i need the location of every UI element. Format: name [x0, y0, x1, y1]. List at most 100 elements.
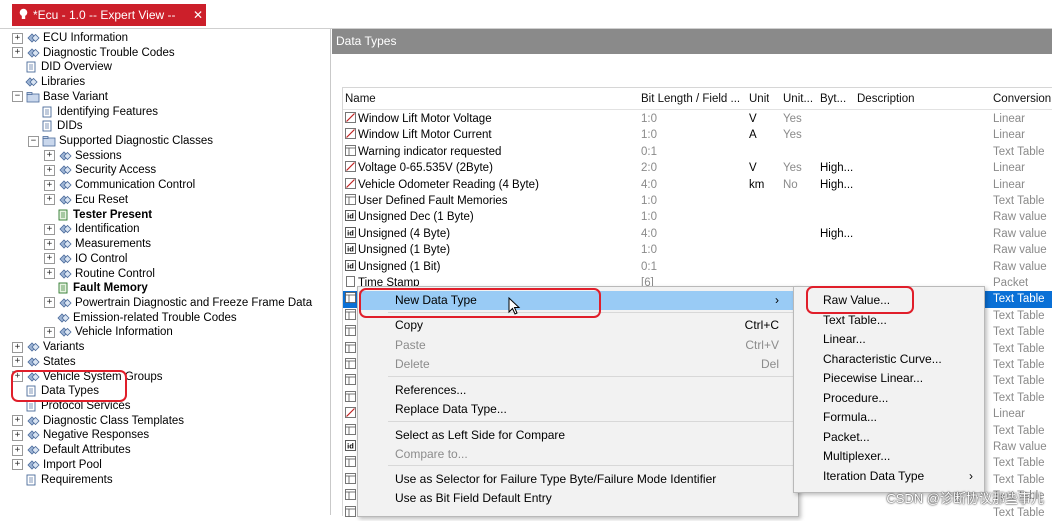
document-tab[interactable]: *Ecu - 1.0 -- Expert View -- ✕	[12, 4, 206, 26]
tree-item[interactable]: DIDs	[28, 119, 83, 133]
tree-item[interactable]: + Sessions	[44, 149, 122, 163]
expand-icon[interactable]: +	[44, 268, 55, 280]
submenu-item-label: Procedure...	[823, 391, 889, 405]
submenu-item[interactable]: Linear...	[795, 330, 983, 349]
column-header[interactable]: Unit	[749, 90, 769, 108]
menu-item[interactable]: Select as Left Side for Compare	[359, 426, 797, 445]
expand-icon[interactable]: +	[12, 341, 23, 353]
cell-conv: Linear	[993, 162, 1025, 175]
table-row[interactable]: Vehicle Odometer Reading (4 Byte) 4:0 km No…	[343, 177, 1052, 193]
expand-icon[interactable]: +	[44, 179, 55, 191]
menu-item[interactable]: Use as Bit Field Default Entry	[359, 489, 797, 508]
tree-item[interactable]: + Diagnostic Trouble Codes	[12, 46, 175, 60]
expand-icon[interactable]: +	[44, 223, 55, 235]
column-header[interactable]: Description	[857, 90, 915, 108]
tree-item[interactable]: + Default Attributes	[12, 443, 131, 457]
table-row[interactable]: id Unsigned Dec (1 Byte) 1:0 Raw value	[343, 209, 1052, 225]
submenu-item[interactable]: Procedure...	[795, 389, 983, 408]
expand-icon[interactable]: +	[44, 238, 55, 250]
expand-icon[interactable]: +	[12, 47, 23, 59]
tree-item-label: DID Overview	[41, 61, 112, 74]
menu-item[interactable]: Copy Ctrl+C	[359, 316, 797, 335]
svg-text:id: id	[347, 245, 354, 254]
submenu-item[interactable]: Piecewise Linear...	[795, 369, 983, 388]
table-row[interactable]: id Unsigned (1 Byte) 1:0 Raw value	[343, 242, 1052, 258]
tree-item[interactable]: + IO Control	[44, 252, 127, 266]
tree-item[interactable]: + Ecu Reset	[44, 193, 128, 207]
expand-icon[interactable]: +	[12, 444, 23, 456]
table-row[interactable]: id Unsigned (1 Bit) 0:1 Raw value	[343, 259, 1052, 275]
expand-icon[interactable]: +	[44, 194, 55, 206]
expand-icon[interactable]: +	[44, 164, 55, 176]
tree-item[interactable]: DID Overview	[12, 60, 112, 74]
cell-conv: Raw value	[993, 441, 1047, 453]
tree-item[interactable]: + Powertrain Diagnostic and Freeze Frame …	[44, 296, 312, 310]
menu-item[interactable]: Use as Selector for Failure Type Byte/Fa…	[359, 470, 797, 489]
tree-item[interactable]: − Supported Diagnostic Classes	[28, 134, 213, 148]
cell-name: Voltage 0-65.535V (2Byte)	[345, 160, 635, 176]
close-icon[interactable]: ✕	[190, 8, 206, 22]
tree-item[interactable]: + Import Pool	[12, 458, 102, 472]
tree-item[interactable]: + Communication Control	[44, 178, 195, 192]
tree-item[interactable]: + Vehicle Information	[44, 325, 173, 339]
new-data-type-submenu: Raw Value... Text Table... Linear... Charac…	[793, 286, 985, 493]
expand-icon[interactable]: +	[44, 326, 55, 338]
expand-icon[interactable]: +	[44, 150, 55, 162]
tree-item[interactable]: Fault Memory	[44, 281, 148, 295]
tree-item[interactable]: Requirements	[12, 473, 113, 487]
submenu-item[interactable]: Multiplexer...	[795, 447, 983, 466]
tree-item[interactable]: + ECU Information	[12, 31, 128, 45]
tree-item[interactable]: Emission-related Trouble Codes	[44, 311, 237, 325]
expand-icon[interactable]: +	[12, 32, 23, 44]
tree-item[interactable]: + Identification	[44, 222, 140, 236]
tree-item[interactable]: + Measurements	[44, 237, 151, 251]
expand-icon[interactable]: +	[44, 297, 55, 309]
tree-item[interactable]: Libraries	[12, 75, 85, 89]
column-header[interactable]: Unit...	[783, 90, 813, 108]
collapse-icon[interactable]: −	[28, 135, 39, 147]
menu-item[interactable]: Delete Del	[359, 355, 797, 374]
submenu-item[interactable]: Packet...	[795, 428, 983, 447]
submenu-item[interactable]: Iteration Data Type ›	[795, 467, 983, 486]
column-header[interactable]: Bit Length / Field ...	[641, 90, 740, 108]
collapse-icon[interactable]: −	[12, 91, 23, 103]
tree-item[interactable]: Tester Present	[44, 208, 152, 222]
expand-icon[interactable]: +	[44, 253, 55, 265]
table-row[interactable]: Window Lift Motor Voltage 1:0 V Yes Linear	[343, 111, 1052, 127]
tree-item[interactable]: + Variants	[12, 340, 84, 354]
table-row[interactable]: Voltage 0-65.535V (2Byte) 2:0 V Yes High... L…	[343, 160, 1052, 176]
table-row[interactable]: Warning indicator requested 0:1 Text Table	[343, 144, 1052, 160]
column-header[interactable]: Byt...	[820, 90, 846, 108]
bulb-icon	[16, 8, 30, 23]
menu-item-shortcut: Del	[760, 357, 779, 371]
cell-conv: Text Table	[993, 359, 1045, 371]
table-row[interactable]: Window Lift Motor Current 1:0 A Yes Linear	[343, 127, 1052, 143]
tree-item[interactable]: Identifying Features	[28, 105, 158, 119]
column-header[interactable]: Conversion	[993, 90, 1051, 108]
table-row[interactable]: User Defined Fault Memories 1:0 Text Table	[343, 193, 1052, 209]
expand-icon[interactable]: +	[12, 415, 23, 427]
tree-item[interactable]: + Diagnostic Class Templates	[12, 414, 184, 428]
cell-bits: 1:0	[641, 244, 657, 257]
tree-item[interactable]: − Base Variant	[12, 90, 108, 104]
svg-text:id: id	[347, 228, 354, 237]
cell-bits: 4:0	[641, 227, 657, 240]
submenu-item[interactable]: Characteristic Curve...	[795, 350, 983, 369]
menu-item[interactable]: Paste Ctrl+V	[359, 336, 797, 355]
menu-item[interactable]: Replace Data Type...	[359, 400, 797, 419]
table-row[interactable]: id Unsigned (4 Byte) 4:0 High... Raw value	[343, 226, 1052, 242]
menu-item[interactable]: Compare to...	[359, 445, 797, 464]
submenu-item[interactable]: Formula...	[795, 408, 983, 427]
tree-item[interactable]: + Routine Control	[44, 267, 155, 281]
menu-item[interactable]: References...	[359, 381, 797, 400]
service-class-icon	[58, 150, 72, 162]
tree-item[interactable]: + Security Access	[44, 163, 156, 177]
expand-icon[interactable]: +	[12, 429, 23, 441]
tree-item[interactable]: + Negative Responses	[12, 428, 149, 442]
column-header[interactable]: Name	[345, 90, 376, 108]
tree-item[interactable]: + States	[12, 355, 76, 369]
expand-icon[interactable]: +	[12, 356, 23, 368]
tree-item-label: Import Pool	[43, 458, 102, 471]
expand-icon[interactable]: +	[12, 459, 23, 471]
